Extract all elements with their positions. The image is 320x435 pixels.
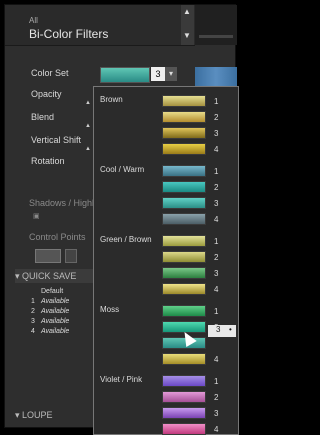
opacity-slider-handle[interactable]: ▲ <box>85 100 91 106</box>
header-scrollbar[interactable]: ▲ ▼ <box>181 5 194 45</box>
blend-slider-handle[interactable]: ▲ <box>85 123 91 129</box>
color-set-label: Color Set <box>31 68 69 78</box>
quick-save-table: Default 1 Available 2 Available 3 Available… <box>17 288 97 338</box>
table-row[interactable]: 2 Available <box>17 308 97 318</box>
category-label: All <box>29 16 38 25</box>
quick-save-title: QUICK SAVE <box>22 271 77 281</box>
blend-label: Blend <box>31 112 55 122</box>
swatch-item[interactable] <box>162 423 206 435</box>
swatch-item[interactable] <box>162 407 206 419</box>
swatch-item[interactable] <box>162 127 206 139</box>
quick-save-header[interactable]: ▾ QUICK SAVE <box>15 269 95 283</box>
collapse-icon[interactable]: ▾ <box>15 410 20 420</box>
group-label: Green / Brown <box>100 235 152 244</box>
swatch-item[interactable] <box>162 235 206 247</box>
group-label: Brown <box>100 95 123 104</box>
control-points-label: Control Points <box>29 232 86 242</box>
swatch-item[interactable] <box>162 197 206 209</box>
image-strip <box>195 5 237 45</box>
swatch-number: 2 <box>214 113 219 122</box>
swatch-item[interactable] <box>162 143 206 155</box>
vertical-shift-label: Vertical Shift <box>31 135 82 145</box>
loupe-header[interactable]: ▾ LOUPE <box>15 410 53 421</box>
swatch-number: 2 <box>214 253 219 262</box>
color-set-dropdown[interactable]: Brown 1 2 3 4 Cool / Warm 1 2 3 4 Green / Brown 1 2 3… <box>93 86 239 435</box>
swatch-number: 4 <box>214 145 219 154</box>
column-header: Default <box>41 288 64 295</box>
color-set-dropdown-button[interactable]: ▾ <box>165 67 177 81</box>
swatch-item[interactable] <box>162 305 206 317</box>
group-label: Cool / Warm <box>100 165 145 174</box>
opacity-label: Opacity <box>31 89 62 99</box>
color-set-value[interactable]: 3 <box>151 67 165 81</box>
table-row[interactable]: 4 Available <box>17 328 97 338</box>
swatch-number: 3 <box>214 269 219 278</box>
swatch-number: 4 <box>214 215 219 224</box>
swatch-number: 3 <box>214 409 219 418</box>
group-label: Moss <box>100 305 120 314</box>
vertical-shift-slider-handle[interactable]: ▲ <box>85 146 91 152</box>
swatch-item[interactable] <box>162 95 206 107</box>
swatch-item[interactable] <box>162 213 206 225</box>
swatch-item[interactable] <box>162 353 206 365</box>
shadows-slider-handle[interactable]: ▣ <box>33 212 40 220</box>
shadows-label: Shadows / Highl <box>29 198 95 208</box>
filter-panel: All Bi-Color Filters ▲ ▼ Color Set 3 ▾ O… <box>4 4 239 435</box>
swatch-number: 1 <box>214 167 219 176</box>
swatch-item[interactable] <box>162 375 206 387</box>
swatch-number: 3 <box>214 129 219 138</box>
swatch-number: 1 <box>214 377 219 386</box>
selected-dot-icon: • <box>229 325 232 334</box>
table-row[interactable]: 1 Available <box>17 298 97 308</box>
swatch-number: 1 <box>214 97 219 106</box>
swatch-number: 4 <box>214 285 219 294</box>
table-row[interactable]: 3 Available <box>17 318 97 328</box>
filter-title: Bi-Color Filters <box>29 27 109 41</box>
swatch-number: 4 <box>214 355 219 364</box>
add-control-point-button[interactable] <box>35 249 61 263</box>
swatch-item[interactable] <box>162 251 206 263</box>
swatch-number: 4 <box>214 425 219 434</box>
scroll-down-icon[interactable]: ▼ <box>183 31 191 40</box>
swatch-number: 1 <box>214 237 219 246</box>
swatch-number: 1 <box>214 307 219 316</box>
collapse-icon[interactable]: ▾ <box>15 271 20 281</box>
table-header: Default <box>17 288 97 298</box>
swatch-item[interactable] <box>162 165 206 177</box>
swatch-item[interactable] <box>162 283 206 295</box>
remove-control-point-button[interactable] <box>65 249 77 263</box>
color-set-swatch[interactable] <box>100 67 150 83</box>
scroll-up-icon[interactable]: ▲ <box>183 7 191 16</box>
group-label: Violet / Pink <box>100 375 143 384</box>
swatch-item[interactable] <box>162 391 206 403</box>
swatch-item[interactable] <box>162 181 206 193</box>
rotation-label: Rotation <box>31 156 65 166</box>
swatch-number: 2 <box>214 393 219 402</box>
swatch-number: 3 <box>214 199 219 208</box>
swatch-item[interactable] <box>162 267 206 279</box>
swatch-number: 2 <box>214 183 219 192</box>
swatch-item[interactable] <box>162 111 206 123</box>
loupe-title: LOUPE <box>22 410 53 420</box>
preview-strip <box>195 67 237 87</box>
panel-header: All Bi-Color Filters ▲ ▼ <box>5 5 195 46</box>
selected-item-number: 3 <box>216 325 221 334</box>
